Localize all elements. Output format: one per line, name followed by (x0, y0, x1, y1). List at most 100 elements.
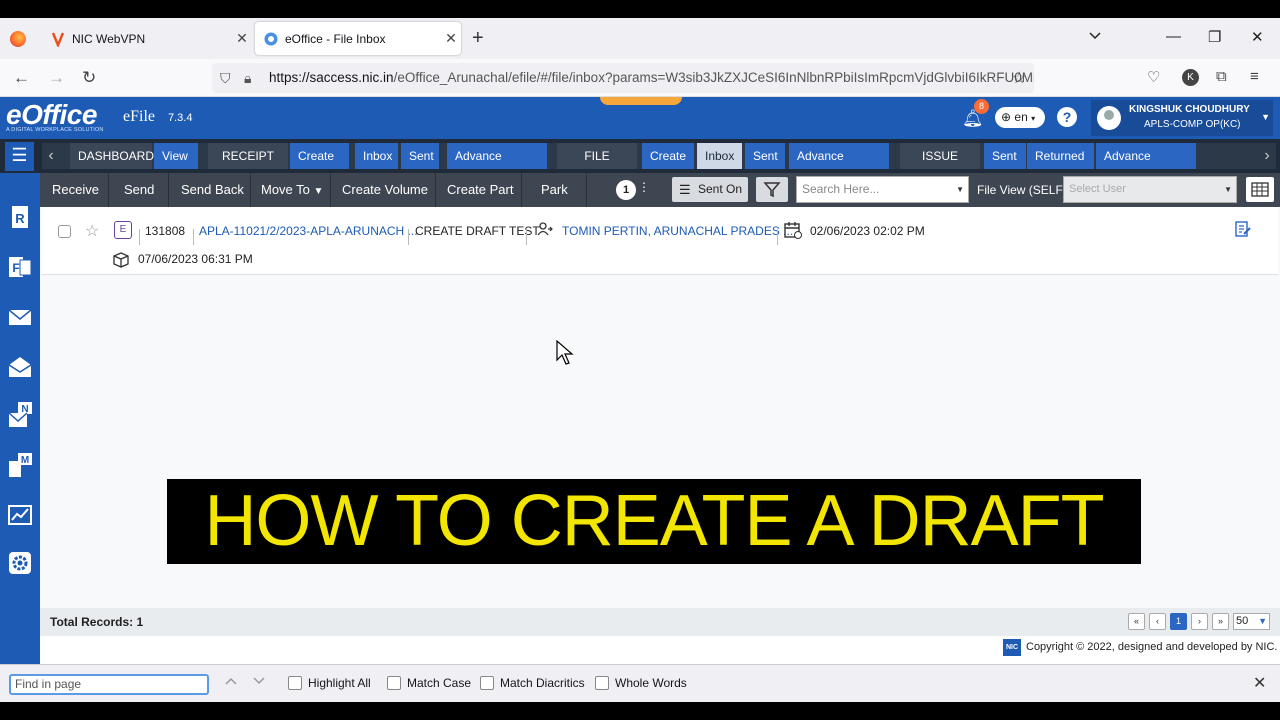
table-row[interactable]: ☆ E 131808 APLA-11021/2/2023-APLA-ARUNAC… (42, 207, 1278, 275)
new-tab-button[interactable]: + (472, 27, 484, 50)
chevron-down-icon: ▾ (1031, 114, 1036, 123)
find-in-page-input[interactable]: Find in page (9, 674, 209, 695)
header-notch (600, 97, 682, 105)
calendar-icon (784, 221, 802, 242)
account-avatar-icon[interactable]: K (1182, 69, 1199, 86)
next-page-icon[interactable]: › (1191, 613, 1208, 630)
star-icon[interactable]: ☆ (85, 221, 99, 241)
caret-down-icon: ▼ (956, 185, 964, 194)
forward-icon[interactable]: → (48, 68, 65, 88)
tab-nic-webvpn[interactable]: NIC WebVPN ✕ (42, 22, 252, 55)
hamburger-menu-icon[interactable]: ☰ (5, 142, 34, 171)
nav-dashboard-view[interactable]: View (154, 143, 198, 169)
total-records: Total Records: 1 (50, 615, 144, 629)
nav-dashboard[interactable]: DASHBOARD (70, 143, 154, 169)
receipt-icon[interactable]: R (6, 203, 34, 231)
create-volume-button[interactable]: Create Volume (336, 173, 434, 207)
minimize-button[interactable]: — (1166, 28, 1181, 45)
sender-link[interactable]: TOMIN PERTIN, ARUNACHAL PRADES ... (562, 224, 793, 238)
more-options-icon[interactable]: ⋮ (638, 180, 650, 194)
nav-file[interactable]: FILE (557, 143, 637, 169)
whole-words-checkbox[interactable]: Whole Words (595, 676, 687, 690)
edit-note-icon[interactable] (1235, 220, 1251, 241)
find-next-icon[interactable] (252, 675, 266, 690)
match-diacritics-checkbox[interactable]: Match Diacritics (480, 676, 585, 690)
send-back-button[interactable]: Send Back (175, 173, 250, 207)
close-find-bar-icon[interactable]: ✕ (1253, 673, 1266, 693)
tab-eoffice-inbox[interactable]: eOffice - File Inbox ✕ (255, 22, 461, 55)
prev-page-icon[interactable]: ‹ (1149, 613, 1166, 630)
dispatch-icon[interactable] (6, 353, 34, 381)
help-icon[interactable]: ? (1057, 107, 1077, 127)
tab-close-icon[interactable]: ✕ (232, 30, 252, 47)
search-input[interactable]: Search Here... ▼ (796, 176, 969, 203)
language-label: en (1014, 110, 1028, 124)
nav-receipt-create[interactable]: Create › (290, 143, 349, 189)
nav-issue-sent[interactable]: Sent (984, 143, 1026, 169)
language-selector[interactable]: ⊕ en ▾ (995, 107, 1045, 128)
grid-view-icon[interactable] (1246, 177, 1274, 202)
nav-file-create[interactable]: Create (642, 143, 694, 169)
reports-chart-icon[interactable] (6, 501, 34, 529)
sort-sent-on-button[interactable]: ☰ Sent On (672, 177, 748, 202)
caret-down-icon: ▼ (313, 186, 324, 197)
settings-gear-icon[interactable] (6, 549, 34, 577)
pocket-icon[interactable]: ♡ (1147, 68, 1160, 86)
first-page-icon[interactable]: « (1128, 613, 1145, 630)
back-icon[interactable]: ← (13, 68, 30, 88)
tab-close-icon[interactable]: ✕ (441, 30, 461, 47)
nav-receipt-sent[interactable]: Sent (401, 143, 439, 169)
match-case-checkbox[interactable]: Match Case (387, 676, 471, 690)
mis-icon[interactable]: M (6, 451, 34, 479)
chevron-down-icon: ▼ (1258, 616, 1267, 626)
nav-issue-returned[interactable]: Returned (1027, 143, 1094, 169)
nav-file-sent[interactable]: Sent (745, 143, 785, 169)
scroll-left-icon[interactable]: ‹ (44, 143, 58, 169)
list-all-tabs-icon[interactable] (1088, 28, 1102, 46)
divider (586, 173, 587, 207)
divider (139, 229, 140, 245)
extensions-icon[interactable]: ⧉ (1216, 68, 1227, 85)
receive-button[interactable]: Receive (46, 173, 105, 207)
restore-button[interactable]: ❐ (1208, 28, 1221, 46)
file-subject[interactable]: CREATE DRAFT TEST (415, 224, 540, 238)
last-page-icon[interactable]: » (1212, 613, 1229, 630)
shield-icon[interactable]: ⛉ (220, 63, 231, 93)
mail-icon[interactable] (6, 303, 34, 331)
send-button[interactable]: Send (118, 173, 160, 207)
move-to-button[interactable]: Move To ▼ (255, 173, 329, 207)
nav-issue-advance-search[interactable]: Advance Search (1096, 143, 1196, 189)
reload-icon[interactable]: ↻ (82, 68, 96, 88)
globe-icon: ⊕ (1001, 110, 1012, 124)
current-page[interactable]: 1 (1170, 613, 1187, 630)
page-size-select[interactable]: 50 ▼ (1233, 613, 1270, 630)
pagination-bar: Total Records: 1 « ‹ 1 › » 50 ▼ (40, 608, 1280, 636)
select-user-dropdown[interactable]: Select User ▼ (1063, 176, 1237, 203)
find-previous-icon[interactable] (224, 675, 238, 690)
notice-icon[interactable]: N (6, 401, 34, 429)
nav-file-advance-search[interactable]: Advance Search (789, 143, 889, 189)
file-number-link[interactable]: APLA-11021/2/2023-APLA-ARUNACH ... (199, 224, 418, 238)
nav-receipt-inbox[interactable]: Inbox (355, 143, 398, 169)
window-close-button[interactable]: ✕ (1251, 28, 1264, 46)
create-part-button[interactable]: Create Part (441, 173, 519, 207)
nav-receipt[interactable]: RECEIPT (208, 143, 288, 169)
bookmark-star-icon[interactable]: ☆ (1012, 68, 1026, 88)
file-icon[interactable]: F (6, 253, 34, 281)
highlight-all-checkbox[interactable]: Highlight All (288, 676, 371, 690)
svg-text:M: M (21, 455, 29, 466)
menu-icon[interactable]: ≡ (1250, 68, 1259, 85)
url-bar[interactable]: ⛉ 🔒︎ https://saccess.nic.in/eOffice_Arun… (212, 63, 1034, 93)
firefox-icon[interactable] (10, 31, 26, 47)
row-checkbox[interactable] (58, 225, 71, 238)
divider (526, 229, 527, 245)
filter-icon[interactable] (756, 177, 788, 202)
scroll-right-icon[interactable]: › (1260, 143, 1274, 169)
nav-receipt-advance-search[interactable]: Advance Search (447, 143, 547, 189)
user-menu[interactable]: KINGSHUK CHOUDHURY APLS-COMP OP(KC) ▼ (1091, 100, 1273, 136)
park-button[interactable]: Park (535, 173, 574, 207)
nav-file-inbox[interactable]: Inbox (697, 143, 742, 169)
lock-icon[interactable]: 🔒︎ (244, 63, 251, 93)
nav-issue[interactable]: ISSUE (900, 143, 980, 169)
sort-lines-icon: ☰ (679, 182, 691, 197)
